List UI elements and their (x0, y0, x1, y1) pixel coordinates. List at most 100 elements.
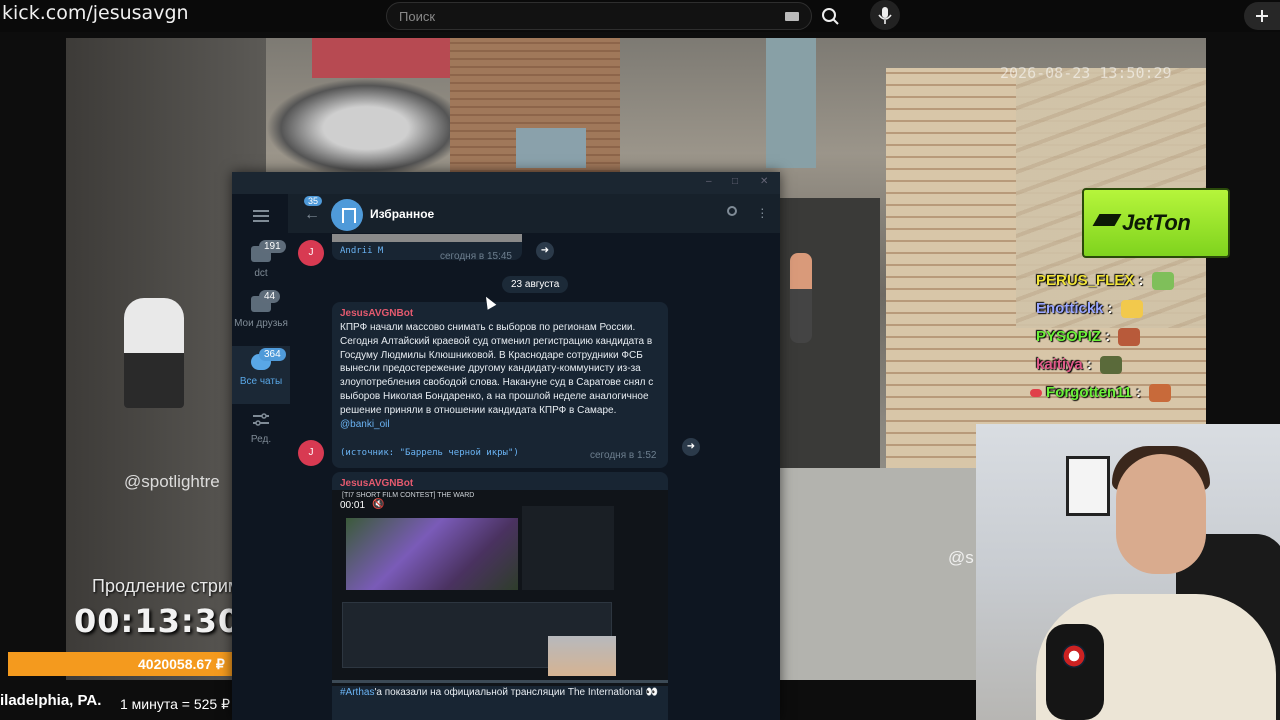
video-title: [TI7 SHORT FILM CONTEST] THE WARD (342, 492, 475, 499)
forward-from[interactable]: Andrii M (340, 246, 383, 256)
donation-amount: 4020058.67 ₽ (138, 656, 225, 672)
folder-friends[interactable]: 44 Мои друзья (232, 288, 290, 346)
chat-username: PYSOPIZ (1036, 328, 1102, 345)
rate-text: 1 минута = 525 ₽ (120, 696, 231, 712)
message-bubble[interactable]: JesusAVGNBot [TI7 SHORT FILM CONTEST] TH… (332, 472, 668, 720)
hamburger-menu-icon[interactable] (253, 210, 269, 222)
plus-icon (1256, 10, 1268, 22)
message-list[interactable]: J Andrii M сегодня в 15:45 ➜ 23 августа … (290, 234, 780, 720)
frog-emote-icon (1151, 272, 1174, 291)
search-field[interactable]: Поиск (386, 2, 812, 30)
jetton-mark-icon (1092, 214, 1122, 226)
message-body: КПРФ начали массово снимать с выборов по… (340, 322, 654, 416)
video-timecode: 00:01 (340, 500, 366, 511)
folder-edit[interactable]: Ред. (232, 404, 290, 462)
message-time: сегодня в 15:45 (440, 251, 512, 262)
jetton-logo: JetTon (1082, 188, 1230, 258)
jetton-logo-text: JetTon (1122, 210, 1191, 235)
sender-name[interactable]: JesusAVGNBot (340, 308, 413, 319)
video-watermark: @s (948, 548, 974, 567)
maximize-icon[interactable]: □ (732, 177, 742, 187)
forward-icon[interactable]: ➜ (682, 438, 700, 456)
face-emote-icon (1118, 328, 1141, 347)
caption-text: 'а показали на официальной трансляции Th… (374, 687, 659, 698)
telegram-window: – □ ✕ 191 dct 44 Мои друзья 364 Все чаты (232, 172, 780, 720)
folder-label: Все чаты (239, 376, 283, 387)
video-attachment[interactable]: [TI7 SHORT FILM CONTEST] THE WARD 00:01 … (332, 490, 668, 686)
keyboard-icon[interactable] (785, 12, 799, 21)
more-options-icon[interactable]: · · · (760, 201, 765, 223)
microphone-icon (878, 7, 892, 24)
url-text[interactable]: kick.com/jesusavgn (2, 2, 189, 24)
folder-unread-count: 364 (259, 348, 286, 361)
window-titlebar: – □ ✕ (232, 172, 780, 194)
chat-message: Forgotten11 : (1030, 384, 1172, 403)
video-person (790, 253, 812, 343)
chat-message: Enottickk : (1036, 300, 1143, 319)
folder-unread-count: 191 (259, 240, 286, 253)
chat-message: PERUS_FLEX : (1036, 272, 1174, 291)
sender-avatar[interactable]: J (298, 440, 324, 466)
sliders-icon (253, 413, 269, 426)
video-caption: #Arthas'а показали на официальной трансл… (340, 686, 660, 700)
wall-picture (1066, 456, 1110, 516)
folder-label: dct (254, 268, 268, 279)
streamer-webcam (976, 424, 1280, 720)
screen: kick.com/jesusavgn Поиск 2026-08-23 13:5… (0, 0, 1280, 720)
user-badge-icon (1030, 389, 1042, 398)
video-pillar (766, 38, 816, 168)
chat-username: Forgotten11 (1046, 384, 1132, 401)
back-unread-count: 35 (304, 196, 323, 206)
voice-search-button[interactable] (870, 0, 900, 30)
create-button[interactable] (1244, 2, 1280, 30)
face-emote-icon (1120, 300, 1143, 319)
folder-sidebar: 191 dct 44 Мои друзья 364 Все чаты Ред. (232, 194, 290, 720)
microphone (1046, 624, 1104, 720)
message-bubble[interactable]: JesusAVGNBot КПРФ начали массово снимать… (332, 302, 668, 468)
location-text: iladelphia, PA. (0, 692, 102, 709)
video-watermark: @spotlightre (124, 472, 220, 491)
folder-unread-count: 44 (259, 290, 281, 303)
chat-message: kaitiya : (1036, 356, 1123, 375)
date-separator: 23 августа (502, 276, 569, 293)
video-thumbnail (346, 518, 518, 590)
chat-username: PERUS_FLEX (1036, 272, 1135, 289)
video-person (124, 298, 184, 408)
video-pillar (516, 128, 586, 168)
mention-link[interactable]: @banki_oil (340, 419, 390, 430)
chat-username: Enottickk (1036, 300, 1104, 317)
video-sidewalk (780, 468, 980, 680)
hashtag-link[interactable]: #Arthas (340, 687, 374, 698)
chat-username: kaitiya (1036, 356, 1083, 373)
back-arrow-icon[interactable]: ← (304, 206, 320, 224)
minimize-icon[interactable]: – (706, 177, 716, 187)
saved-messages-bookmark-icon[interactable] (331, 199, 363, 231)
folder-all-chats[interactable]: 364 Все чаты (232, 346, 290, 404)
source-text: (источник: "Баррель черной икры") (340, 448, 519, 458)
emote-icon (1100, 356, 1123, 375)
search-icon[interactable] (727, 206, 737, 216)
search-input[interactable]: Поиск (399, 9, 435, 24)
video-side-panel (522, 506, 614, 590)
image-preview-strip (332, 234, 522, 242)
message-text: КПРФ начали массово снимать с выборов по… (340, 321, 664, 431)
mute-icon[interactable]: 🔇 (372, 499, 384, 510)
search-button[interactable] (812, 2, 850, 30)
video-timestamp: 2026-08-23 13:50:29 (1000, 64, 1172, 82)
folder-label: Мои друзья (234, 318, 288, 329)
video-facecam (548, 636, 616, 676)
extension-label: Продление стрима (92, 576, 251, 596)
chat-message: PYSOPIZ : (1036, 328, 1141, 347)
close-icon[interactable]: ✕ (760, 177, 770, 187)
forward-icon[interactable]: ➜ (536, 242, 554, 260)
browser-top-bar: kick.com/jesusavgn Поиск (0, 0, 1280, 32)
message-time: сегодня в 1:52 (590, 450, 657, 461)
sender-name[interactable]: JesusAVGNBot (340, 478, 413, 489)
video-cars (266, 78, 466, 178)
video-progress-bar[interactable] (332, 680, 668, 683)
search-icon (822, 8, 839, 25)
streamer-face (1116, 454, 1206, 574)
chat-title[interactable]: Избранное (370, 207, 434, 221)
mic-logo-icon (1062, 644, 1086, 668)
sender-avatar[interactable]: J (298, 240, 324, 266)
